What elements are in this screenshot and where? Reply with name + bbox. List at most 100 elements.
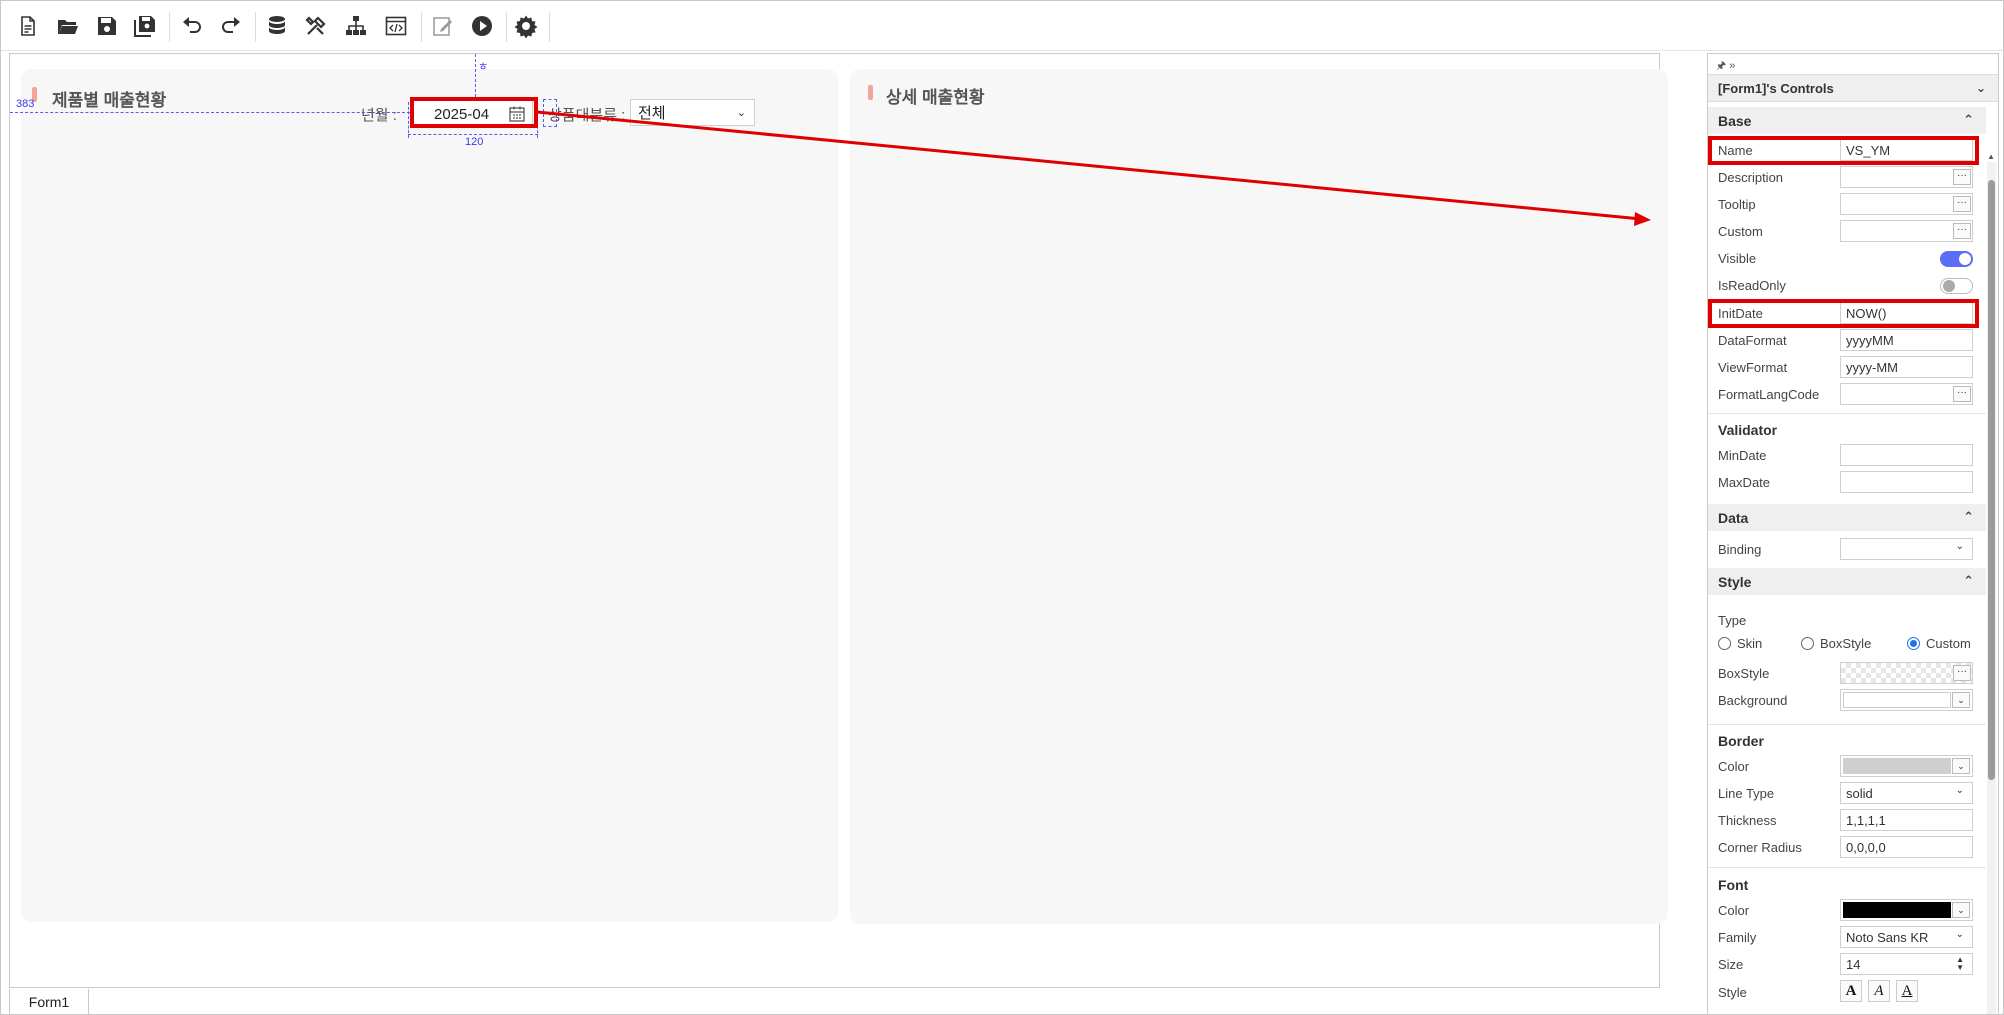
chevron-down-icon[interactable]: ⌄: [1952, 692, 1970, 708]
custom-label: Custom: [1718, 224, 1763, 239]
font-family-select[interactable]: Noto Sans KR ⌄: [1840, 926, 1973, 948]
background-color-picker[interactable]: ⌄: [1840, 689, 1973, 711]
readonly-label: IsReadOnly: [1718, 278, 1786, 293]
viewformat-label: ViewFormat: [1718, 360, 1788, 375]
stepper-arrows-icon[interactable]: ▲ ▼: [1956, 956, 1964, 972]
section-style[interactable]: Style ⌃: [1708, 568, 1986, 595]
radio-dot: [1718, 637, 1731, 650]
dataformat-label: DataFormat: [1718, 333, 1787, 348]
section-base[interactable]: Base ⌃: [1708, 107, 1986, 134]
color-swatch: [1843, 692, 1951, 708]
chevron-down-icon[interactable]: ⌄: [1952, 758, 1970, 774]
thickness-label: Thickness: [1718, 813, 1777, 828]
toggle-knob: [1959, 253, 1971, 265]
font-family-value: Noto Sans KR: [1846, 929, 1929, 945]
section-validator: Validator: [1718, 422, 1778, 438]
initdate-field-highlight: [1708, 299, 1979, 328]
font-family-label: Family: [1718, 930, 1757, 945]
type-label: Type: [1718, 613, 1747, 628]
chevron-down-icon: ⌄: [1955, 541, 1964, 552]
maxdate-label: MaxDate: [1718, 475, 1771, 490]
ellipsis-button[interactable]: ···: [1953, 196, 1971, 212]
font-color-label: Color: [1718, 903, 1750, 918]
pin-icon[interactable]: 🖈 »: [1708, 54, 1998, 74]
section-data-title: Data: [1718, 509, 1749, 526]
section-base-title: Base: [1718, 112, 1752, 129]
maxdate-field[interactable]: [1840, 471, 1973, 493]
binding-select[interactable]: ⌄: [1840, 538, 1973, 560]
background-label: Background: [1718, 693, 1788, 708]
radio-custom-label: Custom: [1926, 636, 1971, 651]
thickness-field[interactable]: 1,1,1,1: [1840, 809, 1973, 831]
ellipsis-button[interactable]: ···: [1953, 169, 1971, 185]
divider: [1708, 867, 1986, 868]
linetype-label: Line Type: [1718, 786, 1775, 801]
color-swatch: [1843, 902, 1951, 918]
viewformat-field[interactable]: yyyy-MM: [1840, 356, 1973, 378]
section-style-title: Style: [1718, 573, 1752, 590]
font-style-label: Style: [1718, 985, 1747, 1000]
properties-panel: 🖈 » [Form1]'s Controls ⌄ Base ⌃ Name VS_…: [1707, 53, 1999, 1015]
controls-header-label: [Form1]'s Controls: [1718, 80, 1834, 96]
font-size-value: 14: [1846, 956, 1861, 972]
font-size-stepper[interactable]: 14 ▲ ▼: [1840, 953, 1973, 975]
corner-radius-field[interactable]: 0,0,0,0: [1840, 836, 1973, 858]
radio-dot: [1801, 637, 1814, 650]
linetype-select[interactable]: solid ⌄: [1840, 782, 1973, 804]
radio-boxstyle[interactable]: BoxStyle: [1801, 636, 1871, 651]
toggle-knob: [1943, 280, 1955, 292]
radio-skin[interactable]: Skin: [1718, 636, 1762, 651]
chevron-down-icon: ⌄: [1955, 785, 1964, 796]
scroll-up-icon[interactable]: ▲: [1987, 152, 1995, 161]
radio-skin-label: Skin: [1737, 636, 1763, 651]
ellipsis-button[interactable]: ···: [1953, 386, 1971, 402]
bold-button[interactable]: A: [1840, 980, 1862, 1002]
radio-dot-selected: [1907, 637, 1920, 650]
collapse-icon[interactable]: ⌃: [1963, 573, 1974, 589]
collapse-icon[interactable]: ⌃: [1963, 509, 1974, 525]
border-color-picker[interactable]: ⌄: [1840, 755, 1973, 777]
mindate-field[interactable]: [1840, 444, 1973, 466]
font-size-label: Size: [1718, 957, 1744, 972]
visible-toggle[interactable]: [1940, 251, 1973, 267]
divider: [1708, 724, 1986, 725]
chevron-down-icon[interactable]: ⌄: [1976, 81, 1986, 95]
mindate-label: MinDate: [1718, 448, 1767, 463]
section-font: Font: [1718, 877, 1749, 893]
readonly-toggle[interactable]: [1940, 278, 1973, 294]
section-border: Border: [1718, 733, 1764, 749]
chevron-down-icon[interactable]: ⌄: [1952, 902, 1970, 918]
scrollbar-thumb[interactable]: [1988, 180, 1995, 780]
italic-button[interactable]: A: [1868, 980, 1890, 1002]
description-field[interactable]: ···: [1840, 166, 1973, 188]
formatlangcode-field[interactable]: ···: [1840, 383, 1973, 405]
ellipsis-button[interactable]: ···: [1953, 665, 1971, 681]
color-swatch: [1843, 758, 1951, 774]
underline-button[interactable]: A: [1896, 980, 1918, 1002]
properties-scrollbar[interactable]: [1987, 162, 1996, 1014]
boxstyle-label: BoxStyle: [1718, 666, 1770, 681]
linetype-value: solid: [1846, 785, 1873, 801]
radio-boxstyle-label: BoxStyle: [1820, 636, 1872, 651]
corner-radius-label: Corner Radius: [1718, 840, 1802, 855]
ellipsis-button[interactable]: ···: [1953, 223, 1971, 239]
visible-label: Visible: [1718, 251, 1757, 266]
collapse-icon[interactable]: ⌃: [1963, 112, 1974, 128]
binding-label: Binding: [1718, 542, 1762, 557]
chevron-down-icon: ⌄: [1955, 929, 1964, 940]
app-window: 제품별 매출현황 상세 매출현황 383 ㅎ 120 년월 : 2025-04 …: [0, 0, 2004, 1015]
section-data[interactable]: Data ⌃: [1708, 504, 1986, 531]
controls-header[interactable]: [Form1]'s Controls ⌄: [1708, 74, 1998, 102]
boxstyle-field[interactable]: ···: [1840, 662, 1973, 684]
description-label: Description: [1718, 170, 1784, 185]
custom-field[interactable]: ···: [1840, 220, 1973, 242]
divider: [1708, 413, 1986, 414]
dataformat-field[interactable]: yyyyMM: [1840, 329, 1973, 351]
annotation-arrow: [536, 110, 1651, 226]
font-color-picker[interactable]: ⌄: [1840, 899, 1973, 921]
formatlangcode-label: FormatLangCode: [1718, 387, 1820, 402]
name-field-highlight: [1708, 136, 1979, 165]
tooltip-label: Tooltip: [1718, 197, 1756, 212]
tooltip-field[interactable]: ···: [1840, 193, 1973, 215]
radio-custom[interactable]: Custom: [1907, 636, 1971, 651]
